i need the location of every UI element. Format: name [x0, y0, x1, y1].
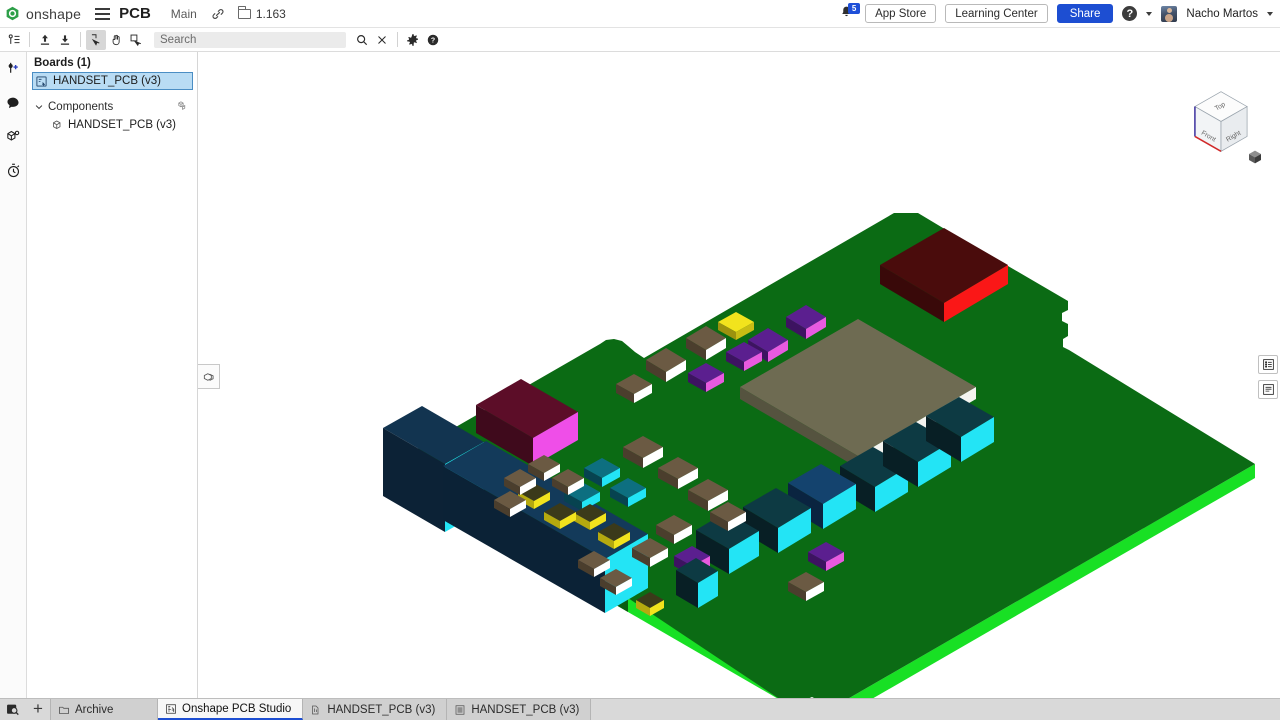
- search-placeholder: Search: [160, 33, 197, 46]
- board-icon: [35, 75, 48, 88]
- learning-center-button[interactable]: Learning Center: [945, 4, 1048, 23]
- avatar[interactable]: [1161, 5, 1178, 22]
- tab-label: HANDSET_PCB (v3): [327, 703, 436, 716]
- help-circle-icon[interactable]: ?: [1122, 6, 1138, 21]
- upload-icon[interactable]: [35, 30, 55, 50]
- pcb-board-icon: [310, 704, 322, 716]
- display-list-panel-icon[interactable]: [1258, 355, 1278, 374]
- help-chevron-down-icon[interactable]: [1146, 11, 1153, 16]
- right-panel-buttons: [1258, 355, 1278, 399]
- folder-icon: [58, 704, 70, 716]
- svg-text:?: ?: [431, 37, 435, 44]
- assembly-icon: [454, 704, 466, 716]
- version-label: 1.163: [255, 6, 286, 21]
- document-toolbar: Search ?: [0, 28, 1280, 52]
- tree-item-board-handset-pcb[interactable]: HANDSET_PCB (v3): [32, 72, 193, 90]
- measure-select-icon[interactable]: [126, 30, 146, 50]
- top-bar-actions: 5 App Store Learning Center Share ? Nach…: [839, 2, 1280, 23]
- tab-label: HANDSET_PCB (v3): [471, 703, 580, 716]
- tree-item-label: HANDSET_PCB (v3): [68, 118, 176, 131]
- feature-tree-toggle-icon[interactable]: [4, 30, 24, 50]
- components-visibility-icon[interactable]: [175, 99, 188, 115]
- document-title: PCB: [119, 5, 151, 22]
- boards-tree-panel: Boards (1) HANDSET_PCB (v3) Components H…: [27, 52, 198, 698]
- gear-icon[interactable]: [403, 30, 423, 50]
- toolbar-help-circle-icon[interactable]: ?: [423, 30, 443, 50]
- plus-icon[interactable]: +: [26, 698, 50, 720]
- search-tabs-icon[interactable]: [0, 698, 26, 720]
- search-input[interactable]: Search: [154, 31, 346, 48]
- tree-group-label: Components: [48, 100, 114, 113]
- brand-area[interactable]: onshape: [5, 6, 81, 22]
- select-cursor-icon[interactable]: [86, 29, 106, 50]
- brand-name: onshape: [26, 5, 82, 22]
- properties-panel-icon[interactable]: [1258, 380, 1278, 399]
- hamburger-menu-icon[interactable]: [95, 7, 111, 20]
- notification-badge: 5: [848, 2, 861, 14]
- user-name-label[interactable]: Nacho Martos: [1186, 8, 1258, 20]
- onshape-pcb-studio-window: onshape PCB Main 1.163 5 App Store Learn…: [0, 0, 1280, 720]
- pcb-studio-icon: [165, 703, 177, 715]
- toolbar-divider: [80, 32, 81, 47]
- left-icon-rail: [0, 52, 27, 698]
- bell-icon[interactable]: 5: [839, 2, 861, 23]
- tab-handset-pcb-assembly[interactable]: HANDSET_PCB (v3): [447, 699, 592, 720]
- tab-label: Onshape PCB Studio: [182, 702, 292, 715]
- download-icon[interactable]: [55, 30, 75, 50]
- tree-group-components[interactable]: Components: [27, 97, 197, 116]
- user-chevron-down-icon[interactable]: [1267, 11, 1273, 16]
- version-indicator[interactable]: 1.163: [237, 5, 286, 21]
- hand-pan-icon[interactable]: [106, 30, 126, 50]
- toolbar-divider: [397, 32, 398, 47]
- component-cube-icon: [51, 119, 63, 131]
- folder-icon: [237, 5, 251, 19]
- pcb-3d-model[interactable]: [198, 52, 1280, 698]
- top-navigation-bar: onshape PCB Main 1.163 5 App Store Learn…: [0, 0, 1280, 28]
- boards-header: Boards (1): [34, 57, 91, 69]
- onshape-hexagon-logo-icon: [5, 6, 20, 21]
- graphics-viewport[interactable]: [data-name="pcb-components"], [data-name…: [198, 52, 1280, 698]
- share-button[interactable]: Share: [1056, 4, 1114, 23]
- add-feature-icon[interactable]: [3, 58, 24, 79]
- chevron-down-icon[interactable]: [34, 102, 43, 111]
- tab-onshape-pcb-studio[interactable]: Onshape PCB Studio: [158, 699, 304, 720]
- tab-label: Archive: [75, 703, 114, 716]
- comment-bubble-icon[interactable]: [3, 92, 24, 113]
- toolbar-divider: [29, 32, 30, 47]
- tab-archive[interactable]: Archive: [50, 699, 158, 720]
- tab-handset-pcb-board[interactable]: HANDSET_PCB (v3): [303, 699, 448, 720]
- view-home-cube-icon[interactable]: [1246, 148, 1266, 168]
- app-store-button[interactable]: App Store: [865, 4, 937, 23]
- link-icon[interactable]: [211, 7, 225, 21]
- magnifier-icon[interactable]: [352, 30, 372, 50]
- bottom-tab-bar: + Archive Onshape PCB Studio HANDSET_PCB…: [0, 698, 1280, 720]
- close-x-icon[interactable]: [372, 30, 392, 50]
- branch-label[interactable]: Main: [171, 7, 197, 21]
- tree-item-component-handset-pcb[interactable]: HANDSET_PCB (v3): [27, 116, 197, 133]
- stopwatch-icon[interactable]: [3, 160, 24, 181]
- tree-item-label: HANDSET_PCB (v3): [53, 75, 161, 87]
- parts-cube-icon[interactable]: [3, 126, 24, 147]
